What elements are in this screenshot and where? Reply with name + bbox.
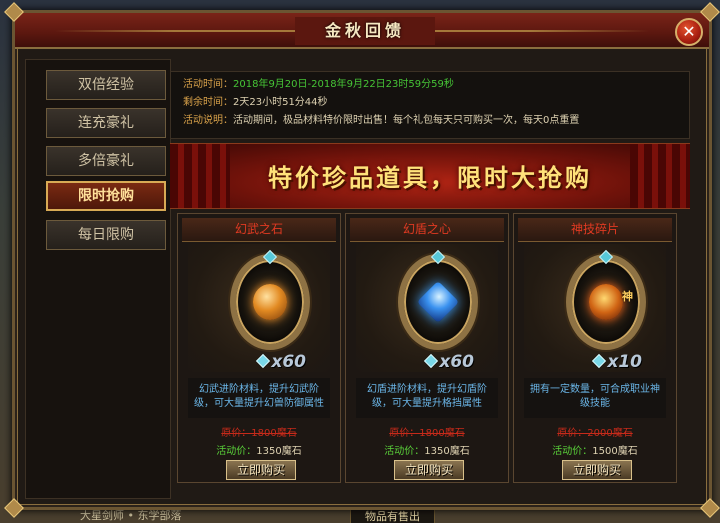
item-description: 幻盾进阶材料，提升幻盾阶级，可大量提升格挡属性	[356, 378, 498, 418]
event-time-label: 活动时间：	[183, 79, 233, 90]
item-name: 幻盾之心	[350, 218, 504, 242]
event-info-panel: 活动时间：2018年9月20日-2018年9月22日23时59分59秒 剩余时间…	[170, 71, 690, 139]
event-desc-value: 活动期间，极品材料特价限时出售！每个礼包每天只可购买一次，每天0点重置	[233, 115, 580, 126]
item-description: 拥有一定数量，可合成职业神级技能	[524, 378, 666, 418]
original-price: 原价：1800魔石	[389, 428, 465, 439]
item-art: 神 x10	[524, 244, 666, 372]
event-time-row: 活动时间：2018年9月20日-2018年9月22日23时59分59秒	[183, 76, 677, 94]
event-price: 活动价：1500魔石	[514, 442, 676, 457]
quantity-gem-icon	[423, 353, 439, 369]
event-desc-row: 活动说明：活动期间，极品材料特价限时出售！每个礼包每天只可购买一次，每天0点重置	[183, 112, 677, 130]
huandun-heart-icon	[416, 280, 460, 324]
event-price-label: 活动价：	[552, 446, 593, 457]
divine-mark-icon: 神	[622, 290, 633, 303]
buy-button[interactable]: 立即购买	[394, 460, 464, 480]
remaining-time-value: 2天23小时51分44秒	[233, 97, 328, 108]
scene-notice: 物品有售出	[350, 509, 435, 523]
item-card: 幻武之石 x60 幻武进阶材料，提升幻武阶级，可大量提升幻兽防御属性 原价：18…	[177, 213, 341, 483]
buy-button[interactable]: 立即购买	[562, 460, 632, 480]
close-icon: ✕	[682, 22, 696, 41]
event-price-value: 1500魔石	[592, 446, 638, 457]
event-price: 活动价：1350魔石	[346, 442, 508, 457]
scene-player-label: 大星剑师 • 东学部落	[80, 509, 182, 522]
item-frame	[230, 249, 310, 350]
banner-title: 特价珍品道具，限时大抢购	[268, 163, 592, 192]
event-window: 金秋回馈 ✕ 双倍经验 连充豪礼 多倍豪礼 限时抢购 每日限购 活动时间：201…	[4, 2, 720, 518]
event-price-label: 活动价：	[384, 446, 425, 457]
tab-double-exp[interactable]: 双倍经验	[46, 70, 166, 100]
scene-bottom-bar: 大星剑师 • 东学部落 物品有售出	[60, 509, 660, 523]
tab-multi-gift[interactable]: 多倍豪礼	[46, 146, 166, 176]
item-frame	[398, 249, 478, 350]
item-description: 幻武进阶材料，提升幻武阶级，可大量提升幻兽防御属性	[188, 378, 330, 418]
huanwu-stone-icon	[253, 284, 287, 320]
sidebar: 双倍经验 连充豪礼 多倍豪礼 限时抢购 每日限购	[25, 59, 171, 499]
item-card: 幻盾之心 x60 幻盾进阶材料，提升幻盾阶级，可大量提升格挡属性 原价：1800…	[345, 213, 509, 483]
event-price-label: 活动价：	[216, 446, 257, 457]
item-name: 幻武之石	[182, 218, 336, 242]
frame-gem-icon	[430, 249, 446, 265]
tab-recharge-gift[interactable]: 连充豪礼	[46, 108, 166, 138]
sale-banner: 特价珍品道具，限时大抢购	[170, 143, 690, 209]
skill-fragment-icon	[589, 284, 623, 320]
remaining-time-row: 剩余时间：2天23小时51分44秒	[183, 94, 677, 112]
quantity-gem-icon	[591, 353, 607, 369]
tab-flash-sale[interactable]: 限时抢购	[46, 181, 166, 211]
event-price: 活动价：1350魔石	[178, 442, 340, 457]
item-frame: 神	[566, 249, 646, 350]
quantity-gem-icon	[255, 353, 271, 369]
tab-daily-limit[interactable]: 每日限购	[46, 220, 166, 250]
event-time-value: 2018年9月20日-2018年9月22日23时59分59秒	[233, 79, 454, 90]
window-title: 金秋回馈	[295, 17, 435, 45]
item-card: 神技碎片 神 x10 拥有一定数量，可合成职业神级技能 原价：2000魔石 活动…	[513, 213, 677, 483]
item-art: x60	[356, 244, 498, 372]
item-art: x60	[188, 244, 330, 372]
item-quantity: x60	[439, 352, 474, 372]
window-titlebar: 金秋回馈 ✕	[15, 13, 709, 49]
event-price-value: 1350魔石	[256, 446, 302, 457]
buy-button[interactable]: 立即购买	[226, 460, 296, 480]
frame-gem-icon	[598, 249, 614, 265]
original-price: 原价：2000魔石	[557, 428, 633, 439]
item-quantity: x10	[607, 352, 642, 372]
event-desc-label: 活动说明：	[183, 115, 233, 126]
item-quantity: x60	[271, 352, 306, 372]
remaining-time-label: 剩余时间：	[183, 97, 233, 108]
close-button[interactable]: ✕	[675, 18, 703, 46]
event-price-value: 1350魔石	[424, 446, 470, 457]
frame-gem-icon	[262, 249, 278, 265]
original-price: 原价：1800魔石	[221, 428, 297, 439]
item-name: 神技碎片	[518, 218, 672, 242]
